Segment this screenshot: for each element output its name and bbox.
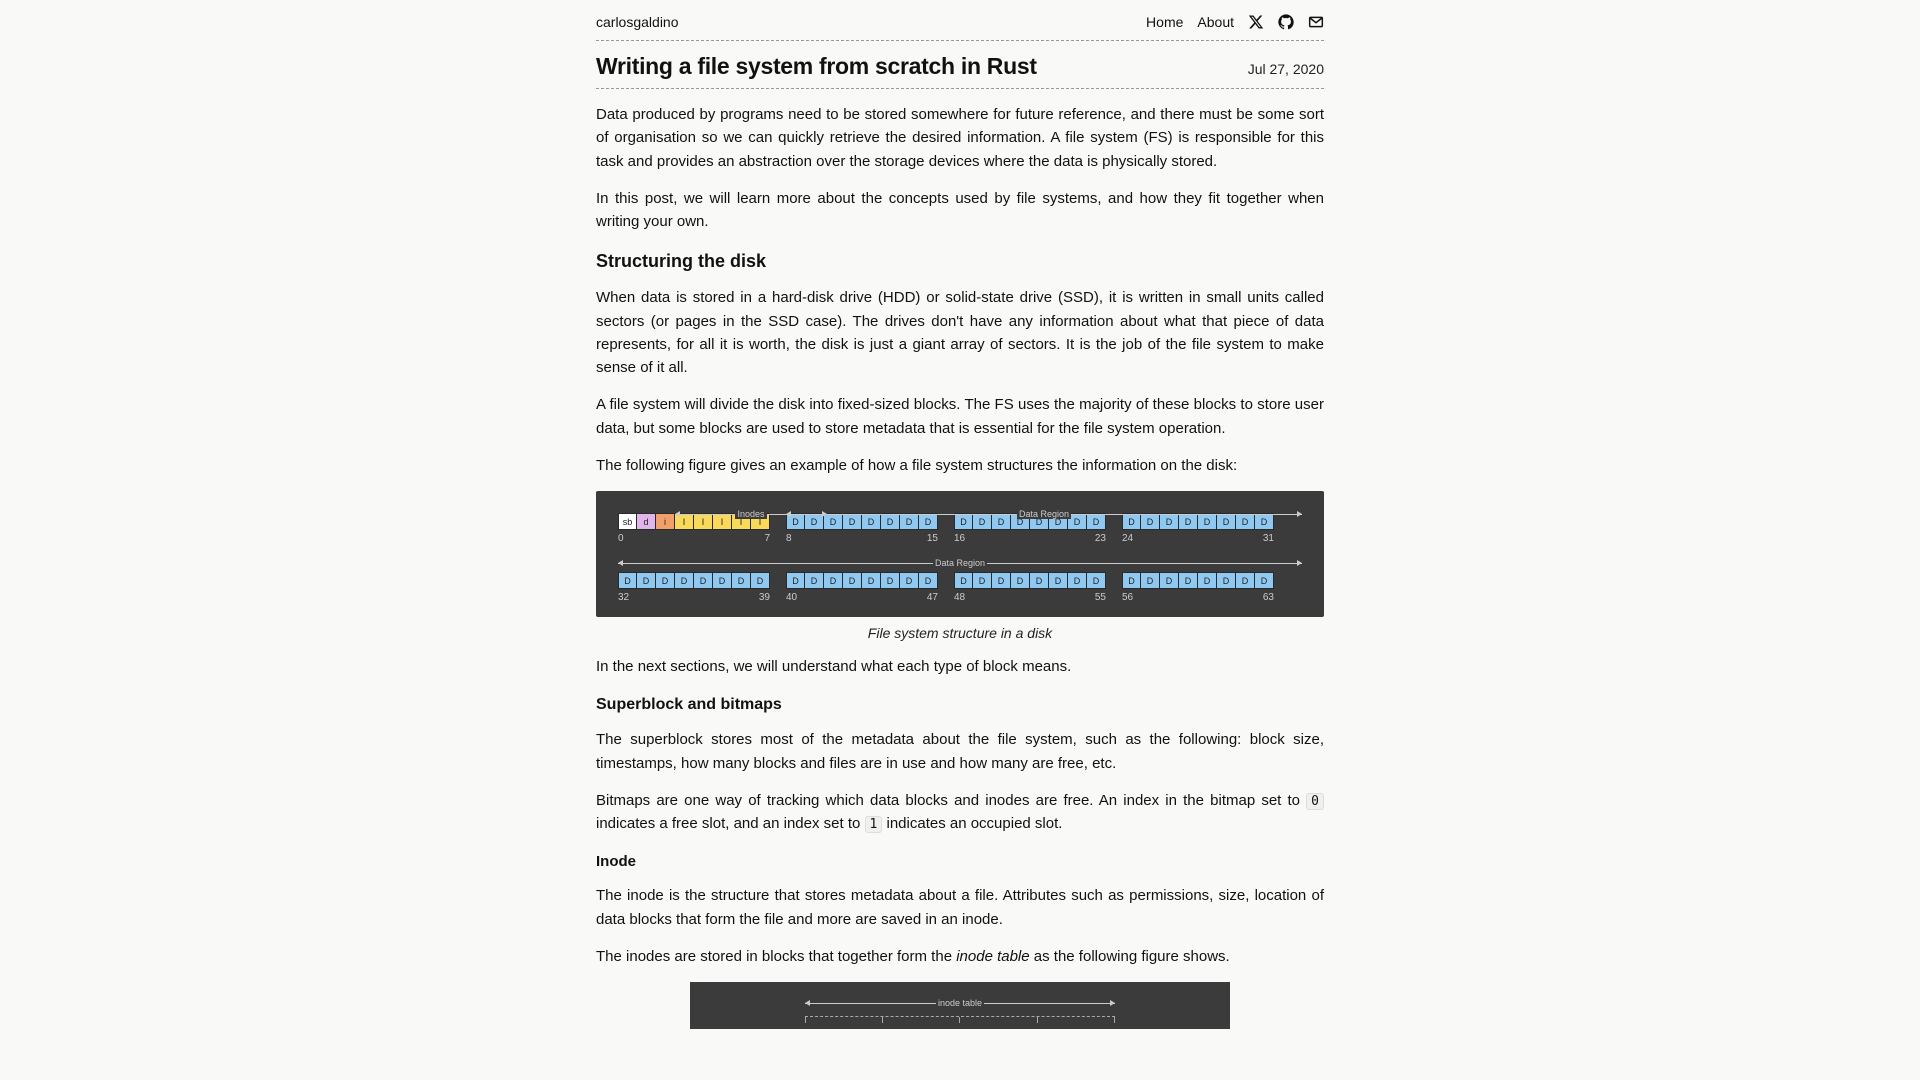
topbar: carlosgaldino Home About [596, 14, 1324, 41]
heading-inode: Inode [596, 853, 1324, 870]
struct-para-3: The following figure gives an example of… [596, 454, 1324, 477]
intro-para-2: In this post, we will learn more about t… [596, 187, 1324, 234]
heading-structuring: Structuring the disk [596, 251, 1324, 272]
inode-table-em: inode table [956, 948, 1029, 965]
article-title: Writing a file system from scratch in Ru… [596, 53, 1037, 80]
superblock-para-1: The superblock stores most of the metada… [596, 728, 1324, 775]
code-zero: 0 [1306, 793, 1324, 810]
block-data-bitmap: d [637, 513, 656, 530]
github-icon[interactable] [1278, 14, 1294, 30]
figure-inode-table: inode table [690, 982, 1230, 1029]
nav-home[interactable]: Home [1146, 14, 1183, 30]
struct-para-2: A file system will divide the disk into … [596, 393, 1324, 440]
inode-para-1: The inode is the structure that stores m… [596, 884, 1324, 931]
nav: Home About [1146, 14, 1324, 30]
arrow-label-inode-table: inode table [936, 998, 984, 1008]
inode-para-2: The inodes are stored in blocks that tog… [596, 945, 1324, 968]
disk-row-2: DDDDDDDD DDDDDDDD DDDDDDDD DDDDDDDD [618, 572, 1302, 589]
twitter-x-icon[interactable] [1248, 14, 1264, 30]
block-inode-bitmap: i [656, 513, 675, 530]
article-date: Jul 27, 2020 [1248, 61, 1324, 77]
mail-icon[interactable] [1308, 14, 1324, 30]
post-fig1-para: In the next sections, we will understand… [596, 655, 1324, 678]
superblock-para-2: Bitmaps are one way of tracking which da… [596, 789, 1324, 836]
nav-about[interactable]: About [1197, 14, 1234, 30]
struct-para-1: When data is stored in a hard-disk drive… [596, 286, 1324, 379]
site-name[interactable]: carlosgaldino [596, 14, 679, 30]
title-row: Writing a file system from scratch in Ru… [596, 41, 1324, 89]
page-container: carlosgaldino Home About Writing a file … [596, 0, 1324, 1069]
heading-superblock: Superblock and bitmaps [596, 696, 1324, 714]
figure-disk-layout: Inodes Data Region sb d i I I I I I DDDD… [596, 491, 1324, 617]
arrow-label-data-2: Data Region [933, 558, 987, 568]
intro-para-1: Data produced by programs need to be sto… [596, 103, 1324, 173]
code-one: 1 [865, 816, 883, 833]
arrow-label-data-1: Data Region [1017, 509, 1071, 519]
block-superblock: sb [618, 513, 637, 530]
figure-1-caption: File system structure in a disk [596, 625, 1324, 641]
arrow-label-inodes: Inodes [735, 509, 766, 519]
